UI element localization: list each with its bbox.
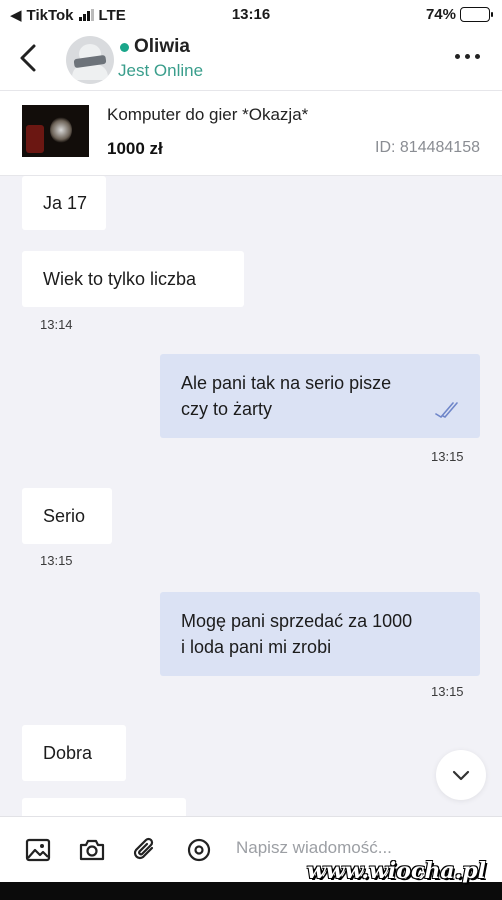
contact-name[interactable]: Oliwia — [134, 36, 190, 58]
message-input-placeholder: Napisz wiadomość... — [236, 838, 392, 857]
bottom-strip — [0, 882, 502, 900]
message-time: 13:14 — [40, 317, 73, 332]
message-text: Ja 17 — [43, 193, 88, 213]
message-bubble-incoming[interactable]: Serio — [22, 488, 112, 544]
read-check-icon — [435, 402, 458, 418]
online-status: Jest Online — [118, 61, 204, 80]
message-text: Serio — [43, 506, 86, 526]
status-bar: ◀ TikTok LTE 13:16 74% — [0, 0, 502, 30]
more-options-button[interactable] — [455, 54, 480, 59]
chevron-down-icon — [452, 770, 470, 781]
avatar[interactable] — [66, 36, 114, 84]
online-indicator — [120, 43, 129, 52]
battery-icon — [460, 7, 493, 22]
message-bubble-incoming[interactable]: Dobra — [22, 725, 126, 781]
message-bubble-outgoing[interactable]: Ale pani tak na serio pisze czy to żarty — [160, 354, 480, 438]
message-bubble-incoming[interactable]: Wiek to tylko liczba — [22, 251, 244, 307]
listing-thumbnail — [22, 105, 89, 157]
message-text: czy to żarty — [181, 399, 273, 419]
back-button[interactable] — [14, 40, 44, 76]
scroll-down-button[interactable] — [436, 750, 486, 800]
attachment-icon[interactable] — [131, 836, 159, 864]
listing-id: ID: 814484158 — [375, 139, 480, 156]
location-icon[interactable] — [185, 836, 213, 864]
battery-percent: 74% — [425, 6, 456, 23]
message-text: Ale pani tak na serio pisze — [181, 373, 392, 393]
message-bubble-incoming[interactable]: Ja 17 — [22, 176, 106, 230]
message-time: 13:15 — [431, 449, 464, 464]
message-time: 13:15 — [40, 553, 73, 568]
message-bubble-incoming[interactable] — [22, 798, 186, 816]
message-text: Wiek to tylko liczba — [43, 269, 197, 289]
back-arrow-icon — [20, 44, 36, 72]
message-time: 13:15 — [431, 684, 464, 699]
message-bubble-outgoing[interactable]: Mogę pani sprzedać za 1000 i loda pani m… — [160, 592, 480, 676]
message-text: i loda pani mi zrobi — [181, 637, 332, 657]
chat-header: Oliwia Jest Online — [0, 30, 502, 90]
message-text: Mogę pani sprzedać za 1000 — [181, 611, 413, 631]
listing-price: 1000 zł — [107, 139, 163, 158]
more-dots-icon — [455, 54, 460, 59]
listing-title: Komputer do gier *Okazja* — [107, 105, 309, 124]
camera-icon[interactable] — [78, 836, 106, 864]
message-text: Dobra — [43, 743, 93, 763]
watermark: www.wiocha.pl — [306, 858, 486, 884]
listing-card[interactable]: Komputer do gier *Okazja* 1000 zł ID: 81… — [0, 90, 502, 176]
message-list[interactable]: Ja 17 Wiek to tylko liczba 13:14 Ale pan… — [0, 176, 502, 816]
gallery-icon[interactable] — [24, 836, 52, 864]
